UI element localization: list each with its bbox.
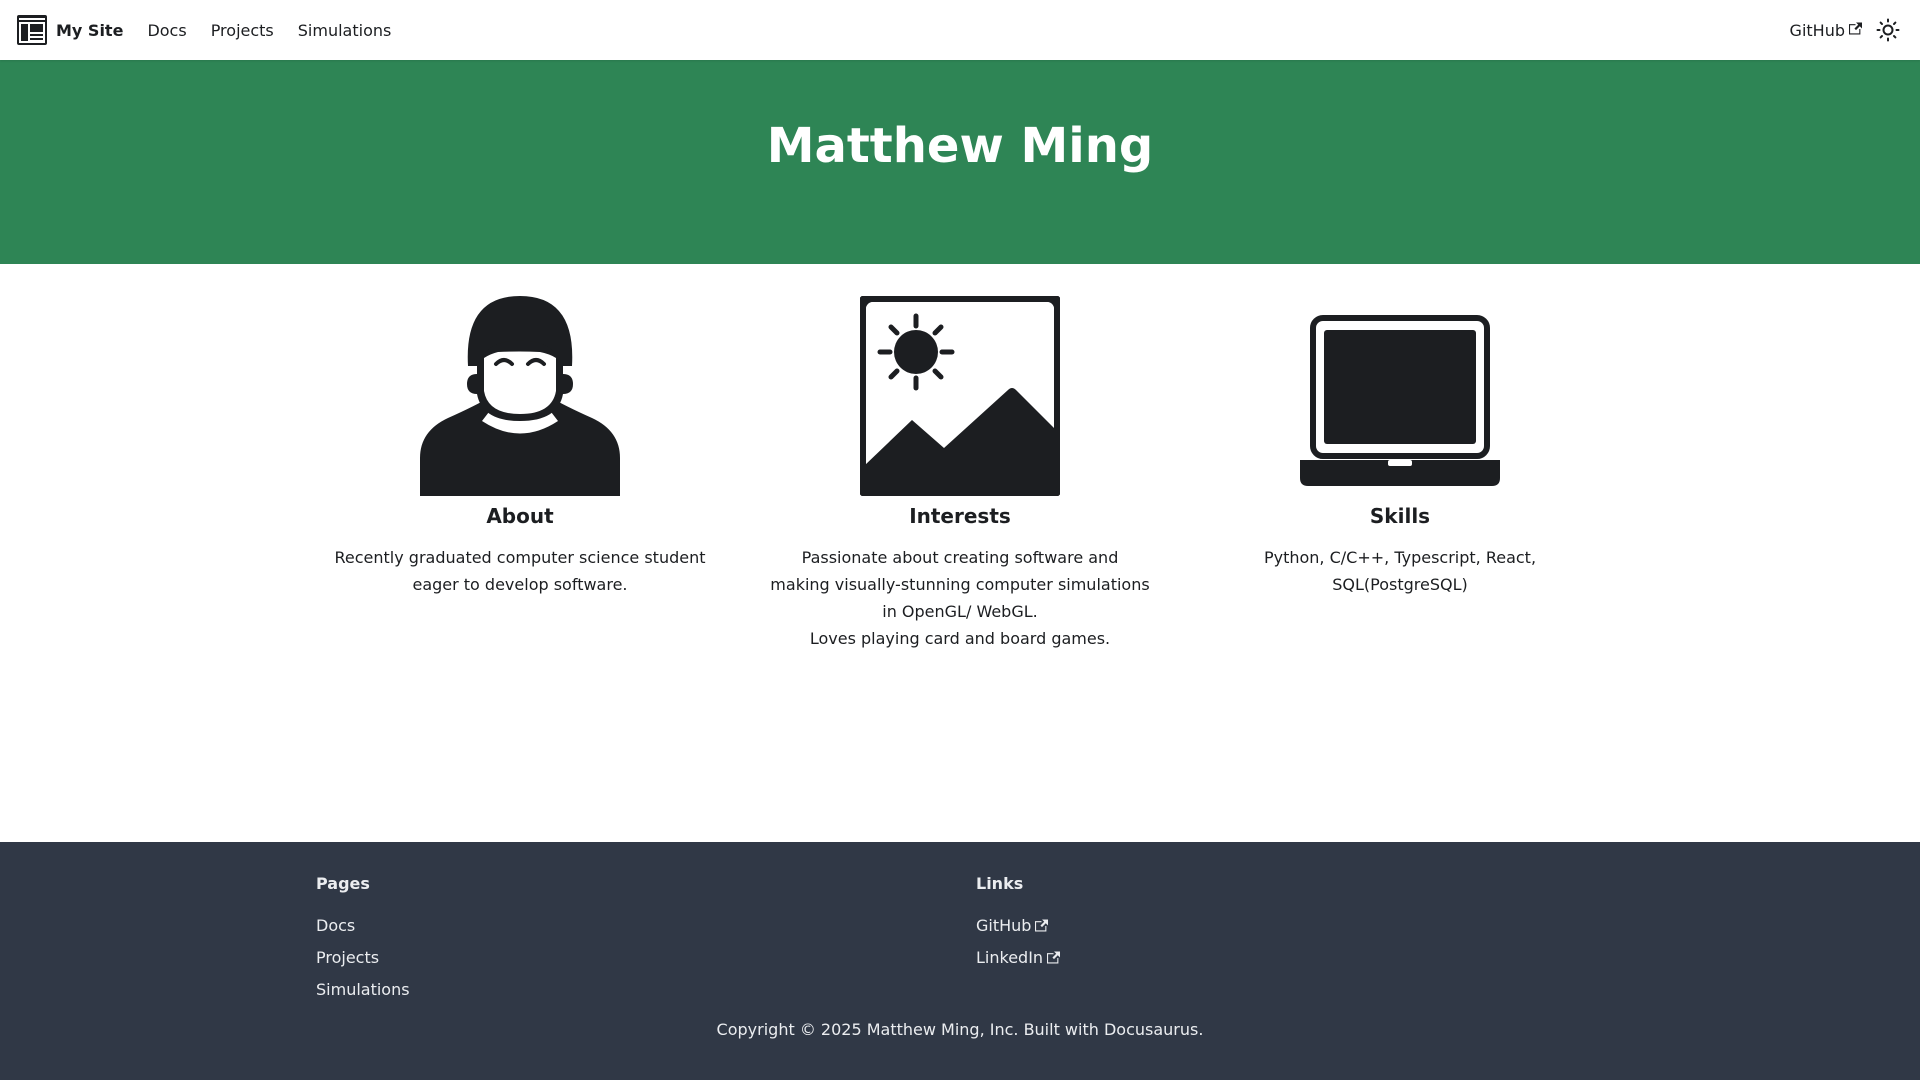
footer-linkedin-label: LinkedIn: [976, 948, 1044, 967]
navbar: My Site Docs Projects Simulations GitHub: [0, 0, 1920, 60]
footer-github-label: GitHub: [976, 916, 1032, 935]
feature-interests: Interests Passionate about creating soft…: [740, 264, 1180, 842]
external-link-icon: [1035, 919, 1049, 932]
footer-title-pages: Pages: [316, 874, 370, 893]
footer: Pages Docs Projects Simulations Links Gi…: [0, 842, 1920, 1080]
footer-link-linkedin[interactable]: LinkedIn: [976, 942, 1636, 974]
feature-title-skills: Skills: [1369, 504, 1431, 528]
github-label: GitHub: [1789, 20, 1845, 40]
nav-link-simulations[interactable]: Simulations: [286, 15, 404, 46]
nav-link-docs[interactable]: Docs: [135, 15, 198, 46]
footer-title-links: Links: [976, 874, 1024, 893]
footer-col-pages: Pages Docs Projects Simulations: [316, 872, 976, 1006]
footer-link-projects[interactable]: Projects: [316, 942, 976, 974]
laptop-icon: [1300, 315, 1500, 486]
hero-banner: Matthew Ming: [0, 60, 1920, 264]
feature-desc-interests: Passionate about creating software and m…: [770, 548, 1150, 648]
brand-link[interactable]: My Site: [16, 14, 123, 46]
feature-skills: Skills Python, C/C++, Typescript, React,…: [1180, 264, 1620, 842]
footer-link-docs[interactable]: Docs: [316, 910, 976, 942]
feature-title-interests: Interests: [909, 504, 1011, 528]
navbar-right: GitHub: [1778, 14, 1904, 46]
footer-links-list: GitHub LinkedIn: [976, 910, 1636, 974]
footer-link-simulations[interactable]: Simulations: [316, 974, 976, 1006]
footer-col-links: Links GitHub LinkedIn: [976, 872, 1636, 1006]
feature-desc-skills: Python, C/C++, Typescript, React, SQL(Po…: [1263, 548, 1537, 594]
footer-link-github[interactable]: GitHub: [976, 910, 1636, 942]
feature-about: About Recently graduated computer scienc…: [300, 264, 740, 842]
footer-columns: Pages Docs Projects Simulations Links Gi…: [316, 872, 1636, 1006]
sun-icon: [1876, 18, 1900, 42]
brand-title: My Site: [56, 20, 124, 40]
feature-desc-about: Recently graduated computer science stud…: [334, 548, 706, 594]
external-link-icon: [1849, 22, 1862, 34]
hero-title: Matthew Ming: [766, 118, 1154, 174]
nav-link-github[interactable]: GitHub: [1778, 15, 1868, 46]
features-section: About Recently graduated computer scienc…: [0, 264, 1920, 842]
footer-copyright: Copyright © 2025 Matthew Ming, Inc. Buil…: [716, 1020, 1204, 1039]
nav-link-projects[interactable]: Projects: [199, 15, 286, 46]
image-icon: [860, 296, 1060, 496]
footer-pages-list: Docs Projects Simulations: [316, 910, 976, 1006]
person-icon: [420, 296, 620, 496]
theme-toggle-button[interactable]: [1872, 14, 1904, 46]
feature-title-about: About: [486, 504, 554, 528]
external-link-icon: [1047, 951, 1061, 964]
site-logo-icon: [17, 15, 47, 45]
